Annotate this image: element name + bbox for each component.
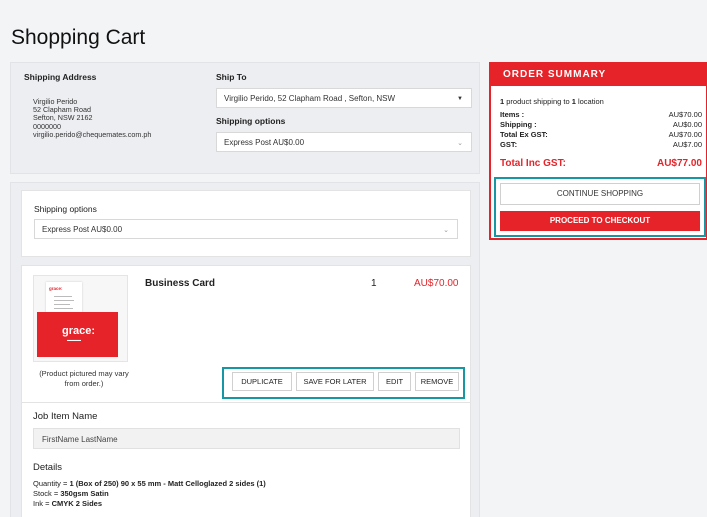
item-divider <box>22 402 470 403</box>
item-shipping-options-selected: Express Post AU$0.00 <box>42 225 123 234</box>
order-summary-intro: 1 product shipping to 1 location <box>500 97 604 106</box>
caret-down-icon: ▼ <box>457 96 463 102</box>
sheet-line <box>54 300 74 301</box>
product-quantity: 1 <box>371 278 377 289</box>
chevron-down-icon: ⌄ <box>443 227 449 234</box>
sheet-line <box>54 308 73 309</box>
order-summary-title: ORDER SUMMARY <box>491 64 706 86</box>
product-card-graphic: grace: ▬▬▬▬ <box>37 312 118 357</box>
continue-shopping-button[interactable]: CONTINUE SHOPPING <box>500 183 700 205</box>
proceed-to-checkout-button[interactable]: PROCEED TO CHECKOUT <box>500 211 700 231</box>
sheet-line <box>54 296 72 297</box>
cart-item: grace: grace: ▬▬▬▬ (Product pictured may… <box>21 265 471 517</box>
detail-quantity-value: 1 (Box of 250) 90 x 55 mm - Matt Cellogl… <box>69 479 266 488</box>
product-image-note: (Product pictured may vary from order.) <box>39 369 129 388</box>
order-summary-panel: ORDER SUMMARY 1 product shipping to 1 lo… <box>489 62 707 240</box>
card-tagline: ▬▬▬▬ <box>67 338 81 342</box>
shipping-address-title: Shipping Address <box>24 72 97 82</box>
detail-stock: Stock = 350gsm Satin <box>33 489 109 498</box>
detail-quantity: Quantity = 1 (Box of 250) 90 x 55 mm - M… <box>33 479 266 488</box>
product-name: Business Card <box>145 278 216 289</box>
duplicate-button[interactable]: DUPLICATE <box>232 372 292 391</box>
card-logo: grace: <box>62 325 96 337</box>
detail-stock-label: Stock = <box>33 489 61 498</box>
detail-stock-value: 350gsm Satin <box>60 489 109 498</box>
summary-value: AU$7.00 <box>672 140 702 149</box>
summary-label: GST: <box>500 140 518 149</box>
detail-ink-label: Ink = <box>33 499 52 508</box>
shipping-options-select[interactable]: Express Post AU$0.00 ⌄ <box>216 132 472 152</box>
cart-items-panel: Shipping options Express Post AU$0.00 ⌄ … <box>10 182 480 517</box>
detail-ink-value: CMYK 2 Sides <box>51 499 102 508</box>
remove-button[interactable]: REMOVE <box>415 372 459 391</box>
intro-text-end: location <box>575 97 604 106</box>
summary-value: AU$70.00 <box>668 110 702 119</box>
ship-to-selected: Virgilio Perido, 52 Clapham Road , Sefto… <box>224 94 396 103</box>
intro-text: product shipping to <box>504 97 572 106</box>
ship-to-title: Ship To <box>216 72 247 82</box>
total-label: Total Inc GST: <box>500 158 566 169</box>
detail-quantity-label: Quantity = <box>33 479 70 488</box>
details-title: Details <box>33 462 63 473</box>
summary-value: AU$70.00 <box>668 130 702 139</box>
summary-total-inc-gst: Total Inc GST: AU$77.00 <box>500 158 702 169</box>
edit-button[interactable]: EDIT <box>378 372 411 391</box>
summary-label: Shipping : <box>500 120 537 129</box>
save-for-later-button[interactable]: SAVE FOR LATER <box>296 372 374 391</box>
ship-to-select[interactable]: Virgilio Perido, 52 Clapham Road , Sefto… <box>216 88 472 108</box>
shipping-address-lines: Virgilio Perido 52 Clapham Road Sefton, … <box>33 97 152 139</box>
total-value: AU$77.00 <box>656 158 702 169</box>
sheet-logo: grace: <box>49 286 63 291</box>
summary-label: Items : <box>500 110 525 119</box>
address-email: virgilio.perido@chequemates.com.ph <box>33 129 152 139</box>
chevron-down-icon: ⌄ <box>457 140 463 147</box>
item-shipping-options-select[interactable]: Express Post AU$0.00 ⌄ <box>34 219 458 239</box>
item-shipping-box: Shipping options Express Post AU$0.00 ⌄ <box>21 190 471 257</box>
shipping-options-selected: Express Post AU$0.00 <box>224 138 305 147</box>
item-shipping-options-title: Shipping options <box>34 204 97 214</box>
detail-ink: Ink = CMYK 2 Sides <box>33 499 102 508</box>
product-price: AU$70.00 <box>414 278 459 289</box>
shipping-options-title: Shipping options <box>216 116 286 126</box>
summary-label: Total Ex GST: <box>500 130 548 139</box>
sheet-line <box>54 304 70 305</box>
job-item-name-input[interactable]: FirstName LastName <box>33 428 460 449</box>
page-title: Shopping Cart <box>11 26 146 49</box>
job-item-name-label: Job Item Name <box>33 411 98 422</box>
product-image: grace: grace: ▬▬▬▬ <box>33 275 128 362</box>
shipping-panel: Shipping Address Virgilio Perido 52 Clap… <box>10 62 480 174</box>
summary-value: AU$0.00 <box>672 120 702 129</box>
